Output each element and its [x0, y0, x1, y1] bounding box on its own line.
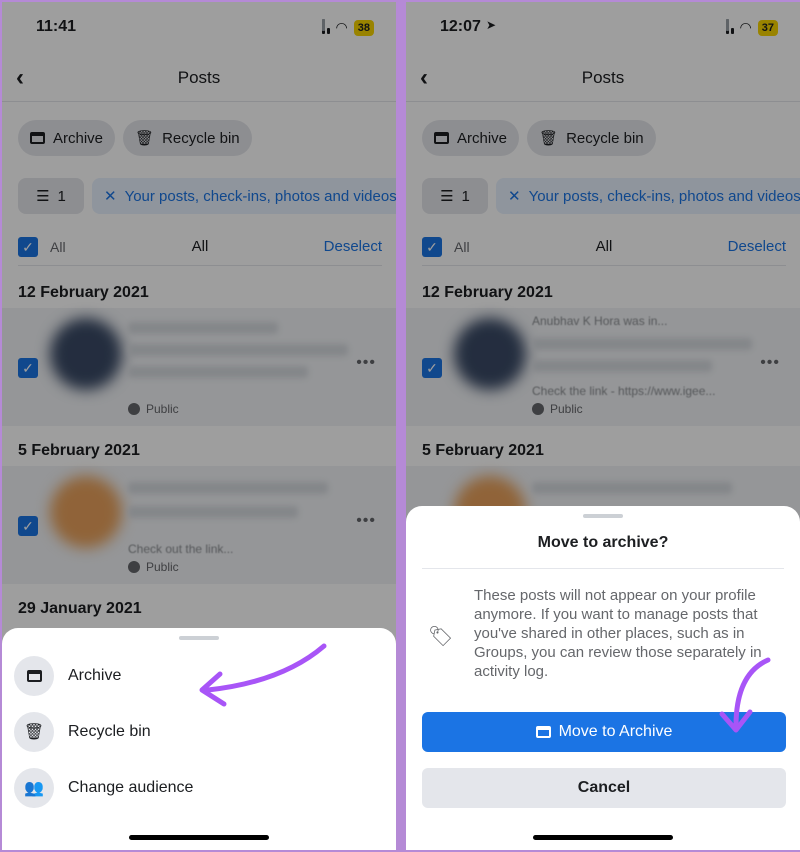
people-icon: 👥	[14, 768, 54, 808]
sheet-grabber[interactable]	[583, 514, 623, 518]
right-screenshot: 12:07 ➤ ◠ 37 ‹ Posts Archive 🗑 Recycle bi…	[406, 2, 800, 850]
trash-icon: 🗑	[14, 712, 54, 752]
action-bottom-sheet: Archive 🗑 Recycle bin 👥 Change audience	[2, 628, 396, 850]
left-screenshot: 11:41 ◠ 38 ‹ Posts Archive 🗑 Recycle bin …	[2, 2, 396, 850]
home-indicator	[533, 835, 673, 840]
sheet-item-archive[interactable]: Archive	[14, 654, 384, 698]
sheet-item-change-audience[interactable]: 👥 Change audience	[14, 766, 384, 810]
archive-icon	[26, 670, 42, 682]
dialog-title: Move to archive?	[537, 534, 669, 551]
dialog-body: These posts will not appear on your prof…	[474, 587, 762, 680]
home-indicator	[129, 835, 269, 840]
sheet-item-recycle-bin[interactable]: 🗑 Recycle bin	[14, 710, 384, 754]
archive-confirm-sheet: Move to archive? 🏷 These posts will not …	[406, 506, 800, 850]
tag-icon: 🏷	[428, 626, 454, 648]
move-to-archive-button[interactable]: Move to Archive	[422, 712, 786, 752]
cancel-button[interactable]: Cancel	[422, 768, 786, 808]
divider	[422, 568, 784, 569]
archive-icon	[535, 726, 551, 738]
sheet-grabber[interactable]	[179, 636, 219, 640]
